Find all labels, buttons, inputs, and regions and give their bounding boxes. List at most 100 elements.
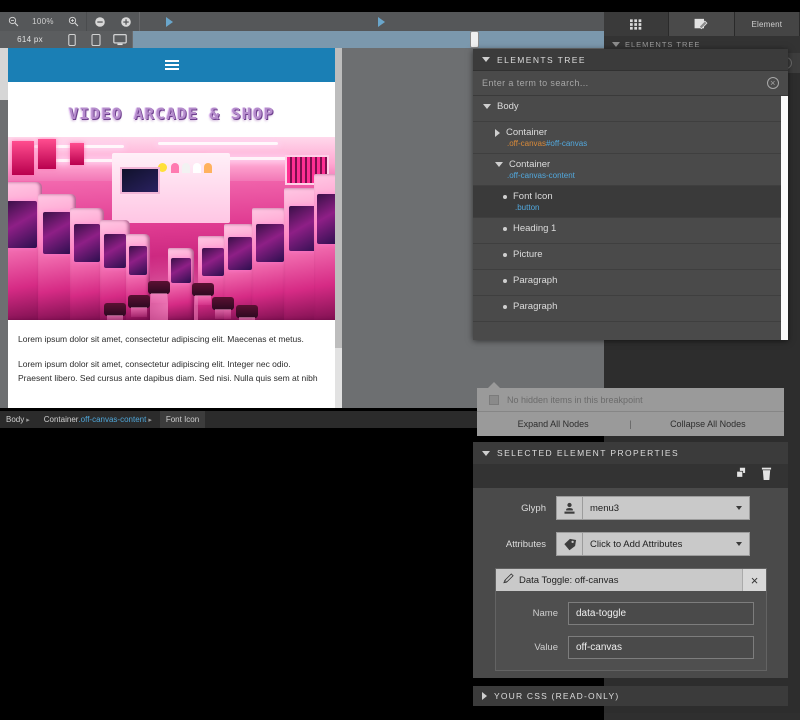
chevron-down-icon[interactable] — [495, 162, 503, 167]
chevron-right-icon[interactable] — [495, 128, 500, 137]
tree-node-picture[interactable]: Picture — [473, 244, 788, 270]
minus-circle-icon[interactable] — [87, 12, 113, 31]
paragraph-2: Lorem ipsum dolor sit amet, consectetur … — [18, 359, 318, 383]
attribute-card-title: Data Toggle: off-canvas — [519, 574, 619, 586]
breadcrumb-tag: Font Icon — [165, 415, 200, 424]
hidden-items-label: No hidden items in this breakpoint — [507, 394, 643, 405]
chevron-right-icon: ▸ — [26, 416, 30, 424]
bullet-icon — [503, 226, 507, 231]
expand-all-nodes-button[interactable]: Expand All Nodes — [477, 419, 629, 429]
device-width-label: 614 px — [17, 35, 43, 44]
tree-node-container-offcanvas[interactable]: Container .off-canvas#off-canvas — [473, 122, 788, 154]
chevron-down-icon[interactable] — [483, 104, 491, 109]
attribute-card-header: Data Toggle: off-canvas × — [496, 569, 766, 591]
selected-element-toolbar — [473, 464, 788, 488]
tree-search-input[interactable]: Enter a term to search... × — [473, 71, 788, 96]
attribute-name-label: Name — [532, 608, 558, 619]
tree-node-label: Body — [497, 101, 519, 112]
breadcrumb-item-body[interactable]: Body ▸ — [0, 411, 38, 428]
attributes-label: Attributes — [505, 538, 546, 550]
tab-page-edit[interactable] — [669, 12, 735, 36]
chevron-right-icon[interactable] — [482, 692, 487, 700]
duplicate-icon[interactable] — [736, 467, 749, 485]
tree-node-container-offcanvas-content[interactable]: Container .off-canvas-content — [473, 154, 788, 186]
tree-node-heading-1[interactable]: Heading 1 — [473, 218, 788, 244]
canvas-right-scrollbar[interactable] — [335, 48, 342, 408]
tree-node-label: Heading 1 — [513, 223, 557, 234]
close-icon[interactable]: × — [742, 569, 766, 591]
breadcrumb-selector: .off-canvas-content — [78, 415, 147, 424]
tree-node-label: Font Icon — [513, 191, 553, 202]
attribute-name-field: Name data-toggle — [508, 602, 754, 625]
tag-icon[interactable] — [556, 532, 582, 556]
tab-grid[interactable] — [604, 12, 670, 36]
attributes-select[interactable]: Click to Add Attributes — [582, 532, 750, 556]
glyph-value: menu3 — [590, 502, 620, 514]
selected-element-properties-header[interactable]: SELECTED ELEMENT PROPERTIES — [473, 442, 788, 464]
hidden-items-popup: No hidden items in this breakpoint Expan… — [477, 382, 784, 436]
tree-node-id: #off-canvas — [545, 139, 588, 148]
glyph-row: Glyph menu3 — [473, 495, 788, 521]
bullet-icon — [503, 304, 507, 309]
your-css-header[interactable]: YOUR CSS (READ-ONLY) — [473, 686, 788, 706]
breadcrumb-tag: Body — [6, 415, 25, 424]
collapse-all-nodes-button[interactable]: Collapse All Nodes — [632, 419, 784, 429]
stamp-icon[interactable] — [556, 496, 582, 520]
breakpoint-marker[interactable] — [166, 17, 173, 27]
page-heading: VIDEO ARCADE & SHOP — [68, 104, 275, 123]
selected-element-properties-title: SELECTED ELEMENT PROPERTIES — [497, 448, 680, 458]
desktop-icon[interactable] — [108, 31, 132, 48]
tree-node-paragraph-2[interactable]: Paragraph — [473, 296, 788, 322]
zoom-out-icon[interactable] — [0, 12, 26, 31]
zoom-controls: 100% — [0, 12, 139, 31]
tablet-icon[interactable] — [84, 31, 108, 48]
breakpoint-marker[interactable] — [378, 17, 385, 27]
chevron-down-icon[interactable] — [482, 450, 490, 456]
tree-node-font-icon[interactable]: Font Icon .button — [473, 186, 788, 218]
chevron-right-icon: ▸ — [148, 416, 152, 424]
elements-tree-panel: ELEMENTS TREE Enter a term to search... … — [473, 49, 788, 340]
chevron-down-icon — [736, 542, 742, 546]
elements-tree-list: Body Container .off-canvas#off-canvas Co… — [473, 96, 788, 340]
attribute-value-input[interactable]: off-canvas — [568, 636, 754, 659]
zoom-in-icon[interactable] — [60, 12, 86, 31]
trash-icon[interactable] — [761, 467, 772, 486]
popup-arrow — [487, 382, 501, 389]
elements-tree-header[interactable]: ELEMENTS TREE — [473, 49, 788, 71]
bullet-icon — [503, 194, 507, 199]
breadcrumb-item-container[interactable]: Container .off-canvas-content ▸ — [38, 411, 160, 428]
clear-circle-icon[interactable]: × — [767, 77, 779, 89]
app-root: 100% 614 px VIDEO ARCADE & SHOP Lorem ip… — [0, 0, 800, 720]
pencil-icon — [503, 573, 514, 587]
hamburger-icon[interactable] — [164, 60, 179, 70]
attribute-name-input[interactable]: data-toggle — [568, 602, 754, 625]
canvas-left-scrollbar[interactable] — [0, 48, 8, 100]
tab-element[interactable]: Element — [734, 12, 800, 36]
attributes-value: Click to Add Attributes — [590, 538, 683, 550]
attribute-card-title-group: Data Toggle: off-canvas — [496, 573, 618, 587]
chevron-down-icon[interactable] — [482, 57, 490, 62]
tree-node-paragraph-1[interactable]: Paragraph — [473, 270, 788, 296]
glyph-select[interactable]: menu3 — [582, 496, 750, 520]
tree-node-body[interactable]: Body — [473, 96, 788, 122]
hidden-items-row[interactable]: No hidden items in this breakpoint — [477, 388, 784, 412]
tree-node-class: .off-canvas-content — [507, 171, 575, 180]
node-actions-row: Expand All Nodes | Collapse All Nodes — [477, 412, 784, 436]
elements-tree-title: ELEMENTS TREE — [497, 54, 586, 65]
tree-scrollbar[interactable] — [781, 96, 788, 340]
attributes-row: Attributes Click to Add Attributes — [473, 531, 788, 557]
page-body-text: Lorem ipsum dolor sit amet, consectetur … — [8, 320, 335, 385]
data-toggle-attribute-card: Data Toggle: off-canvas × Name data-togg… — [495, 568, 767, 671]
breadcrumb-tag: Container — [43, 415, 79, 424]
bullet-icon — [503, 252, 507, 257]
tree-node-label: Paragraph — [513, 275, 558, 286]
paragraph-1: Lorem ipsum dolor sit amet, consectetur … — [18, 334, 304, 344]
width-slider-handle[interactable] — [471, 32, 478, 47]
background-panel-title: ELEMENTS TREE — [625, 40, 701, 49]
hidden-items-checkbox[interactable] — [489, 394, 499, 405]
breadcrumb-item-font-icon[interactable]: Font Icon — [159, 411, 206, 428]
plus-circle-icon[interactable] — [113, 12, 139, 31]
phone-icon[interactable] — [60, 31, 84, 48]
page-preview[interactable]: VIDEO ARCADE & SHOP Lorem ipsum dolor si… — [8, 48, 335, 408]
chevron-down-icon — [736, 506, 742, 510]
